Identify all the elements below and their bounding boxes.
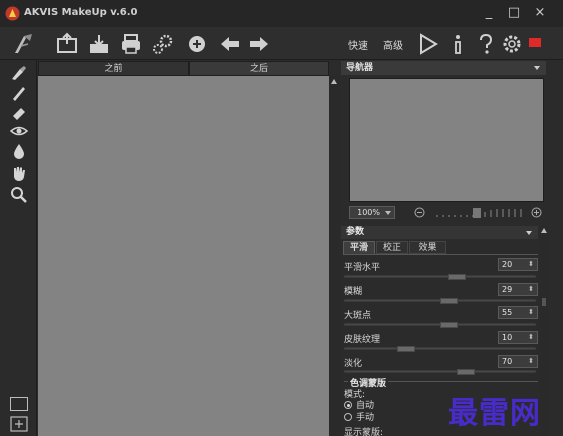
akvis-logo-icon [5, 6, 20, 21]
save-image-icon[interactable] [87, 32, 111, 56]
collapse-icon[interactable] [526, 231, 532, 235]
radio-label: 手动 [356, 413, 375, 423]
navigator-title: 导航器 [346, 63, 374, 73]
spin-icon[interactable]: ⬍ [528, 356, 534, 367]
param-slider[interactable] [344, 346, 536, 352]
scroll-up-icon[interactable] [541, 228, 547, 233]
param-slider[interactable] [344, 274, 536, 280]
radio-manual[interactable]: 手动 [344, 410, 374, 423]
quick-mode-button[interactable]: 快速 [348, 37, 368, 52]
chevron-down-icon [385, 211, 391, 215]
radio-dot [344, 413, 352, 421]
notification-icon[interactable] [528, 36, 542, 50]
navigator-preview[interactable] [349, 78, 544, 202]
param-value-field[interactable]: 10 ⬍ [498, 331, 538, 344]
frame-icon[interactable] [10, 397, 28, 411]
param-value-field[interactable]: 70 ⬍ [498, 355, 538, 368]
param-value-field[interactable]: 29 ⬍ [498, 283, 538, 296]
drop-icon[interactable] [10, 142, 28, 160]
slider-thumb[interactable] [440, 322, 458, 328]
param-label: 淡化 [344, 359, 363, 369]
params-title: 参数 [346, 227, 365, 237]
zoom-value: 100% [357, 208, 380, 217]
tab-correct[interactable]: 校正 [376, 241, 408, 254]
print-icon[interactable] [119, 32, 143, 56]
tools-panel [0, 60, 37, 436]
slider-thumb[interactable] [397, 346, 415, 352]
canvas-scrollbar[interactable] [329, 76, 339, 436]
share-icon[interactable] [185, 32, 209, 56]
params-scrollbar[interactable] [540, 226, 548, 436]
makeup-logo-icon [15, 34, 32, 53]
image-canvas[interactable] [38, 76, 329, 436]
param-value: 10 [502, 333, 513, 342]
redo-arrow-icon[interactable] [247, 32, 271, 56]
pencil-icon[interactable] [10, 84, 28, 102]
slider-thumb[interactable] [440, 298, 458, 304]
run-play-icon[interactable] [416, 32, 440, 56]
slider-thumb[interactable] [448, 274, 466, 280]
navigator-header: 导航器 [341, 61, 546, 75]
window-title: AKVIS MakeUp v.6.0 [24, 7, 138, 18]
param-slider[interactable] [344, 322, 536, 328]
param-value: 29 [502, 285, 513, 294]
minimize-button[interactable]: _ [478, 4, 500, 22]
tab-divider [343, 254, 538, 255]
settings-gear-icon[interactable] [500, 32, 524, 56]
scroll-thumb[interactable] [542, 298, 546, 306]
canvas-tabs: 之前 之后 [38, 61, 329, 76]
tab-before[interactable]: 之前 [38, 61, 189, 76]
scroll-up-icon[interactable] [331, 79, 337, 84]
display-mask-label: 显示蒙版: [344, 428, 384, 436]
spin-icon[interactable]: ⬍ [528, 284, 534, 295]
param-label: 模糊 [344, 287, 363, 297]
eraser-icon[interactable] [10, 104, 28, 122]
eye-icon[interactable] [10, 122, 28, 140]
param-label: 皮肤纹理 [344, 335, 381, 345]
param-slider[interactable] [344, 369, 536, 375]
param-value-field[interactable]: 20 ⬍ [498, 258, 538, 271]
param-label: 平滑水平 [344, 263, 381, 273]
tab-smooth[interactable]: 平滑 [343, 241, 375, 254]
advanced-mode-button[interactable]: 高级 [383, 37, 403, 52]
param-value: 70 [502, 357, 513, 366]
zoom-select[interactable]: 100% [349, 206, 395, 219]
zoom-icon[interactable] [10, 186, 28, 204]
open-image-icon[interactable] [55, 32, 79, 56]
spin-icon[interactable]: ⬍ [528, 259, 534, 270]
param-value: 55 [502, 308, 513, 317]
maximize-button[interactable]: □ [503, 4, 525, 22]
retouch-brush-icon[interactable] [10, 64, 28, 82]
spin-icon[interactable]: ⬍ [528, 332, 534, 343]
title-bar: AKVIS MakeUp v.6.0 _ □ × [0, 0, 563, 27]
zoom-slider[interactable] [433, 208, 528, 218]
zoom-out-icon[interactable] [414, 207, 425, 218]
watermark-logo: 最雷网 [448, 396, 541, 431]
spin-icon[interactable]: ⬍ [528, 307, 534, 318]
param-value-field[interactable]: 55 ⬍ [498, 306, 538, 319]
main-toolbar: 快速 高级 [0, 27, 563, 60]
tab-after[interactable]: 之后 [189, 61, 329, 76]
collapse-icon[interactable] [534, 66, 540, 70]
param-value: 20 [502, 260, 513, 269]
params-header: 参数 [341, 226, 538, 239]
zoom-controls: 100% [341, 205, 546, 221]
info-icon[interactable] [446, 32, 470, 56]
radio-dot [344, 401, 352, 409]
zoom-in-icon[interactable] [531, 207, 542, 218]
batch-gears-icon[interactable] [151, 32, 175, 56]
param-label: 大斑点 [344, 311, 372, 321]
tab-effects[interactable]: 效果 [409, 241, 446, 254]
slider-thumb[interactable] [457, 369, 475, 375]
param-slider[interactable] [344, 298, 536, 304]
undo-arrow-icon[interactable] [218, 32, 242, 56]
help-icon[interactable] [474, 32, 498, 56]
hand-icon[interactable] [10, 164, 28, 182]
compare-view-icon[interactable] [10, 416, 28, 432]
close-button[interactable]: × [529, 4, 551, 22]
